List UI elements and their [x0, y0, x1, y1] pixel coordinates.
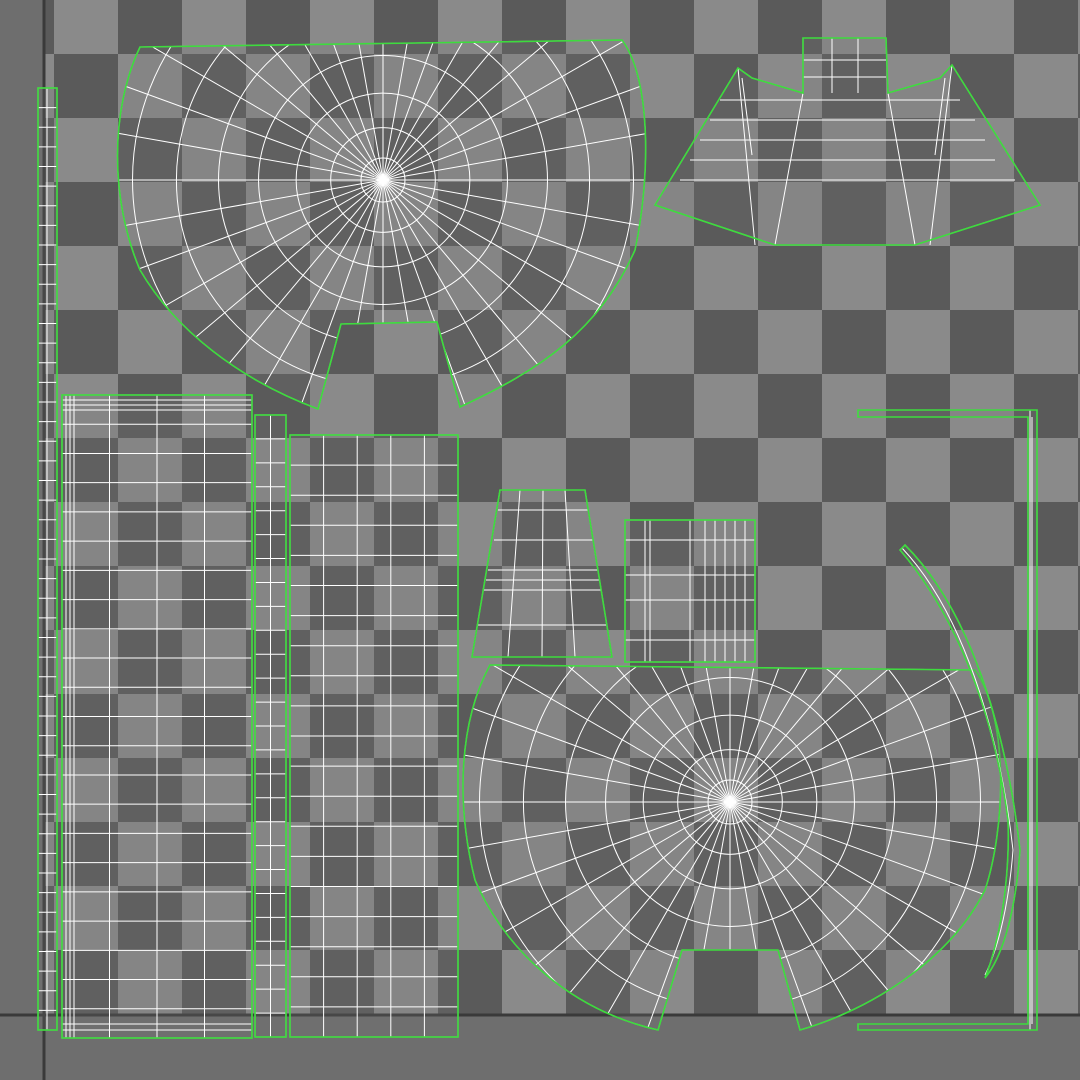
uv-editor-viewport[interactable] [0, 0, 1080, 1080]
uv-canvas[interactable] [0, 0, 1080, 1080]
uv-shell-stacked-strip-left[interactable] [61, 394, 253, 1039]
uv-shell-long-thin-strip[interactable] [37, 87, 58, 1031]
uv-shell-tall-grid[interactable] [289, 434, 459, 1038]
uv-shell-square-small[interactable] [624, 519, 756, 663]
uv-shell-narrow-strip[interactable] [254, 414, 287, 1038]
